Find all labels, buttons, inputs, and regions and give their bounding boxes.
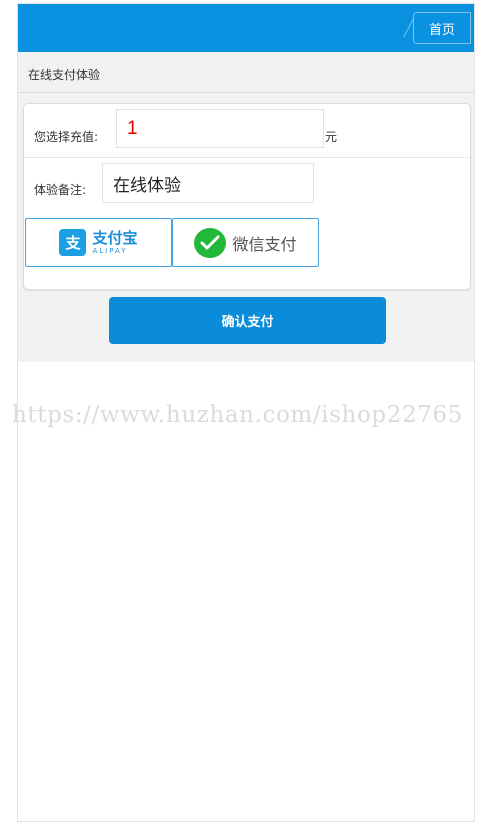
- page-title: 在线支付体验: [28, 68, 101, 82]
- amount-input[interactable]: 1: [116, 109, 324, 148]
- alipay-button[interactable]: 支 支付宝 ALIPAY: [25, 218, 172, 267]
- home-button[interactable]: 首页: [413, 12, 471, 44]
- amount-unit: 元: [325, 130, 338, 144]
- svg-text:支: 支: [64, 234, 81, 252]
- title-divider: [18, 92, 474, 93]
- note-input[interactable]: 在线体验: [102, 163, 314, 203]
- confirm-pay-button[interactable]: 确认支付: [109, 297, 386, 344]
- alipay-icon: 支: [59, 229, 87, 256]
- top-header: 首页: [18, 4, 474, 52]
- alipay-label-cn: 支付宝: [92, 228, 138, 247]
- payment-card: 您选择充值: 1 元 体验备注: 在线体验 支 支付宝 ALIPAY 微信支付: [23, 103, 471, 290]
- wechat-pay-label: 微信支付: [232, 234, 297, 254]
- content-area: 在线支付体验 您选择充值: 1 元 体验备注: 在线体验 支 支付宝 ALIPA…: [18, 52, 474, 362]
- note-label: 体验备注:: [34, 183, 87, 197]
- row-divider: [24, 157, 470, 158]
- wechat-pay-button[interactable]: 微信支付: [172, 218, 319, 267]
- alipay-label-en: ALIPAY: [92, 246, 128, 255]
- app-page: 首页 在线支付体验 您选择充值: 1 元 体验备注: 在线体验 支 支付宝 AL…: [17, 3, 475, 822]
- wechat-icon: [194, 227, 227, 258]
- alipay-label: 支付宝 ALIPAY: [92, 228, 138, 255]
- amount-label: 您选择充值:: [34, 130, 99, 144]
